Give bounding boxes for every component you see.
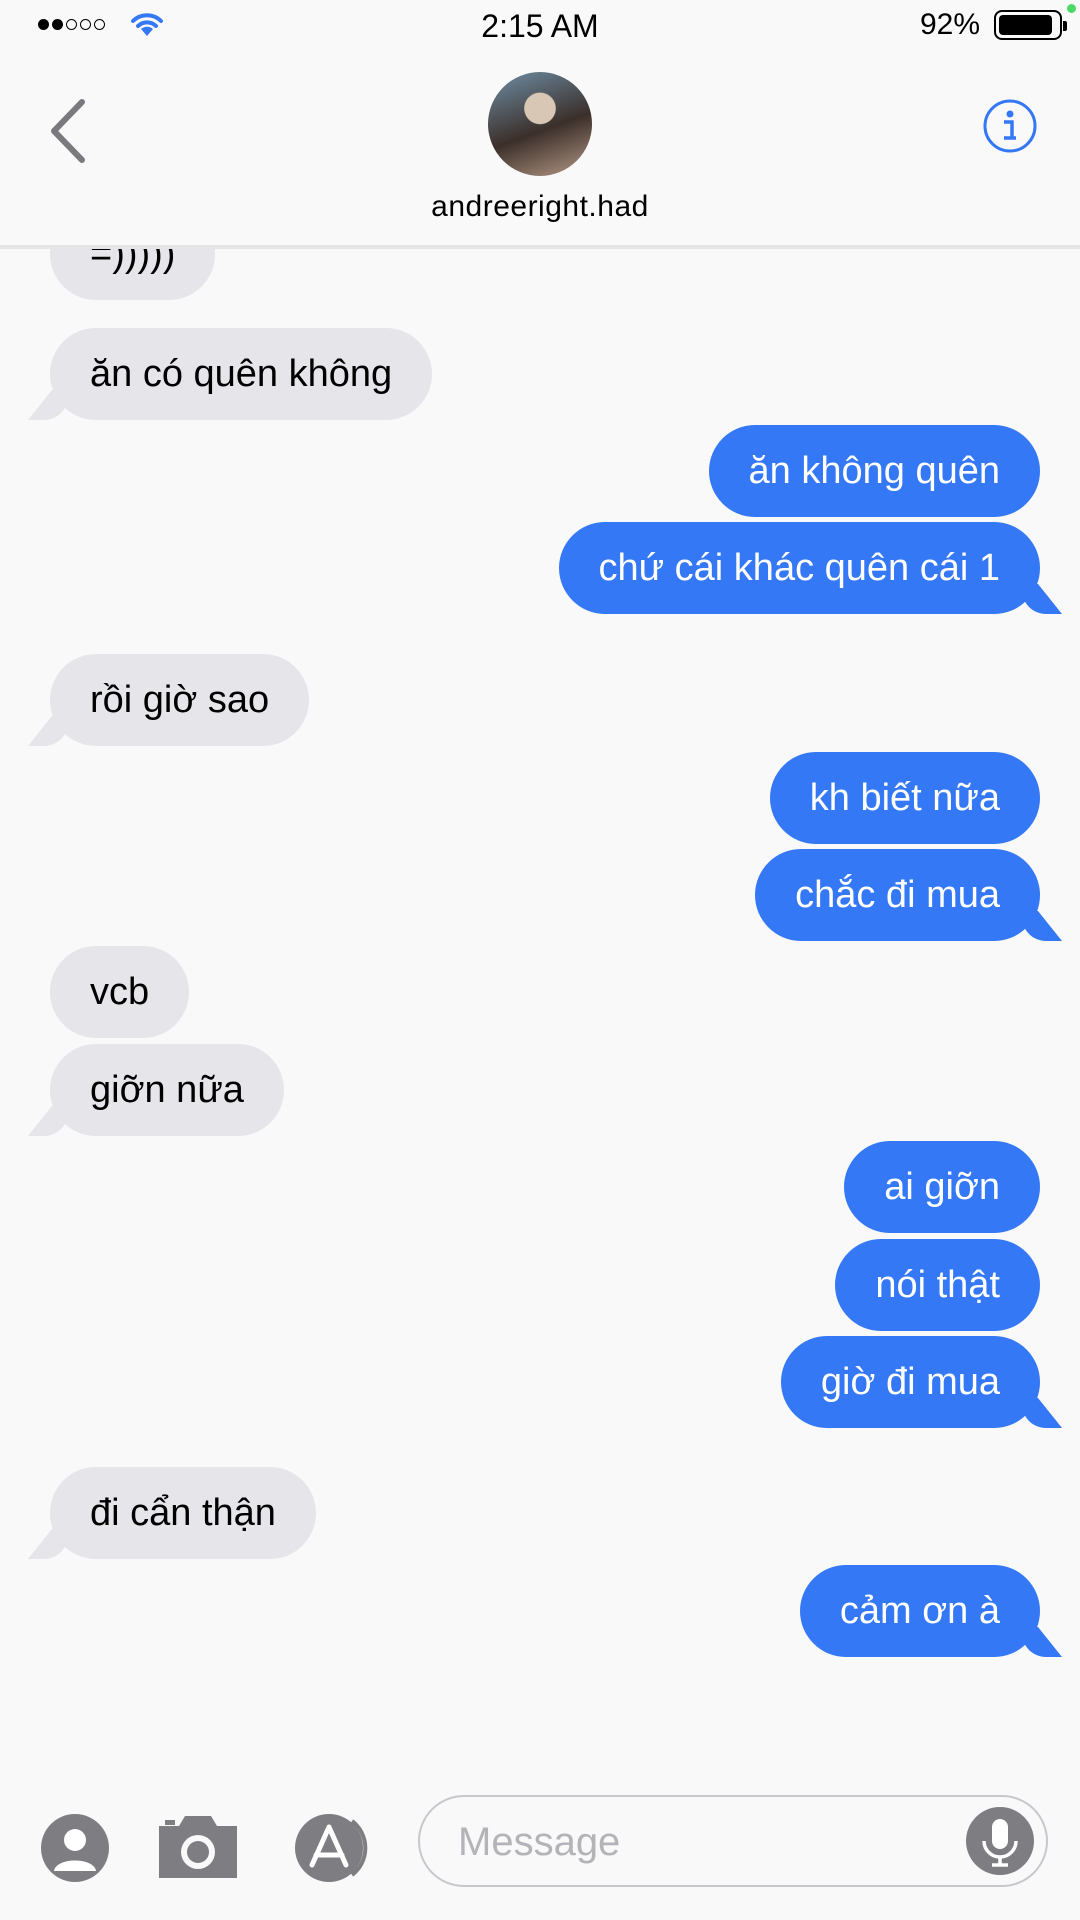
contact-avatar[interactable] [488, 72, 592, 176]
composer-bar [0, 1770, 1080, 1920]
message-input-field[interactable] [418, 1795, 1048, 1887]
message-bubble-incoming: rồi giờ sao [50, 654, 310, 746]
battery-icon [994, 10, 1067, 40]
info-icon[interactable] [982, 98, 1038, 154]
battery-percentage: 92% [919, 8, 980, 41]
conversation-header: andreeright.had [0, 50, 1080, 245]
microphone-icon [982, 1819, 1018, 1867]
message-bubble-outgoing: ai giỡn [844, 1141, 1040, 1233]
status-time: 2:15 AM [481, 8, 599, 44]
message-bubble-incoming: vcb [50, 946, 190, 1038]
message-bubble-incoming: =))))) [50, 249, 216, 300]
message-thread[interactable]: =))))) ăn có quên không ăn không quên ch… [0, 249, 1080, 1769]
message-bubble-incoming: ăn có quên không [50, 328, 433, 420]
contacts-icon[interactable] [40, 1813, 110, 1883]
microphone-button[interactable] [966, 1807, 1034, 1875]
message-bubble-incoming: đi cẩn thận [50, 1467, 316, 1559]
app-store-icon[interactable] [290, 1813, 380, 1883]
message-bubble-outgoing: cảm ơn à [799, 1565, 1040, 1657]
message-bubble-outgoing: giờ đi mua [780, 1336, 1040, 1428]
message-input[interactable] [456, 1797, 940, 1887]
message-bubble-outgoing: nói thật [835, 1239, 1040, 1331]
contact-name[interactable]: andreeright.had [0, 190, 1080, 224]
message-bubble-outgoing: ăn không quên [708, 425, 1040, 517]
camera-icon[interactable] [155, 1810, 241, 1882]
green-indicator-dot [1067, 4, 1076, 13]
message-bubble-outgoing: chứ cái khác quên cái 1 [558, 522, 1040, 614]
message-bubble-incoming: giỡn nữa [50, 1044, 284, 1136]
message-bubble-outgoing: kh biết nữa [769, 752, 1040, 844]
status-bar: 2:15 AM 92% [0, 0, 1080, 50]
message-bubble-outgoing: chắc đi mua [755, 849, 1040, 941]
back-chevron-icon[interactable] [44, 96, 94, 166]
